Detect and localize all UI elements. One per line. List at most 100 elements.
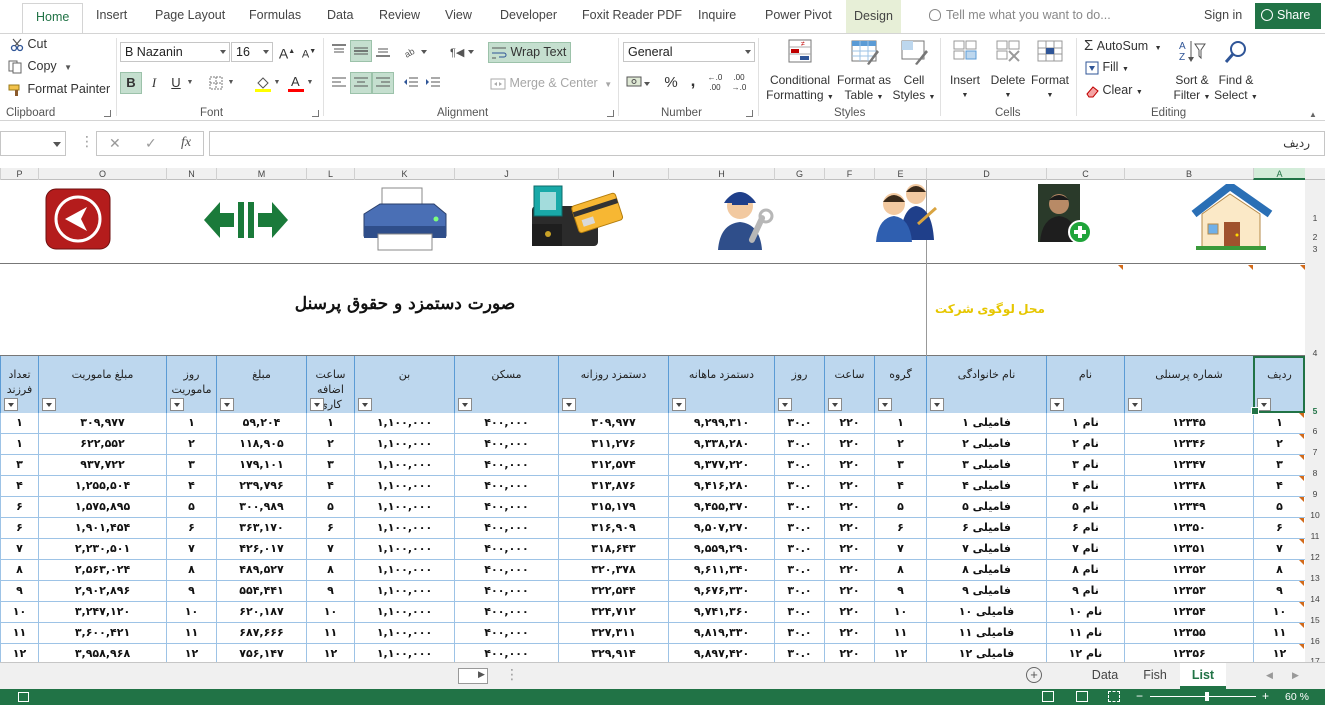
align-middle-button[interactable] <box>350 40 372 62</box>
people-group-icon[interactable] <box>874 180 940 244</box>
text-direction-button[interactable]: ¶◀ <box>445 40 477 62</box>
table-cell[interactable]: فامیلی ۱ <box>926 413 1046 434</box>
table-cell[interactable]: ۱,۲۵۵,۵۰۴ <box>38 476 166 497</box>
table-cell[interactable]: ۳ <box>874 455 926 476</box>
table-cell[interactable]: ۱۷۹,۱۰۱ <box>216 455 306 476</box>
table-cell[interactable]: ۹,۸۱۹,۳۳۰ <box>668 623 774 644</box>
filter-dropdown-icon[interactable] <box>458 398 472 411</box>
table-cell[interactable]: ۶۲۰,۱۸۷ <box>216 602 306 623</box>
wallet-cards-icon[interactable] <box>530 184 624 250</box>
table-cell[interactable]: ۱۲ <box>1253 644 1305 662</box>
sheet-tab-data[interactable]: Data <box>1080 663 1130 689</box>
table-cell[interactable]: ۴۰۰,۰۰۰ <box>454 644 558 662</box>
increase-font-size-button[interactable]: A▲ <box>276 41 298 63</box>
table-cell[interactable]: نام ۵ <box>1046 497 1124 518</box>
table-cell[interactable]: ۳۱۸,۶۴۳ <box>558 539 668 560</box>
clipboard-launcher-icon[interactable] <box>104 110 111 117</box>
table-cell[interactable]: ۱۲۳۵۵ <box>1124 623 1253 644</box>
find-select-button[interactable]: Find & Select ▼ <box>1214 38 1258 105</box>
filter-dropdown-icon[interactable] <box>828 398 842 411</box>
table-cell[interactable]: ۸ <box>1253 560 1305 581</box>
table-cell[interactable]: ۳,۶۰۰,۴۲۱ <box>38 623 166 644</box>
table-cell[interactable]: ۱ <box>166 413 216 434</box>
table-cell[interactable]: ۳۱۵,۱۷۹ <box>558 497 668 518</box>
tab-inquire[interactable]: Inquire <box>698 8 736 22</box>
table-cell[interactable]: ۳۰.۰ <box>774 497 824 518</box>
table-cell[interactable]: ۹ <box>1253 581 1305 602</box>
table-cell[interactable]: ۳۱۲,۵۷۴ <box>558 455 668 476</box>
table-cell[interactable]: ۹,۴۱۶,۲۸۰ <box>668 476 774 497</box>
table-cell[interactable]: ۳۰.۰ <box>774 602 824 623</box>
table-cell[interactable]: ۳۰۹,۹۷۷ <box>558 413 668 434</box>
table-cell[interactable]: ۲۲۰ <box>824 413 874 434</box>
table-cell[interactable]: ۴۸۹,۵۲۷ <box>216 560 306 581</box>
table-cell[interactable]: ۱ <box>0 434 38 455</box>
filter-dropdown-icon[interactable] <box>4 398 18 411</box>
column-header-k[interactable]: K <box>354 168 454 180</box>
table-cell[interactable]: ۱۰ <box>166 602 216 623</box>
table-cell[interactable]: ۱۰ <box>306 602 354 623</box>
table-cell[interactable]: ۴ <box>0 476 38 497</box>
table-cell[interactable]: ۲,۹۰۲,۸۹۶ <box>38 581 166 602</box>
table-cell[interactable]: ۱۱ <box>306 623 354 644</box>
printer-icon[interactable] <box>360 186 450 252</box>
filter-dropdown-icon[interactable] <box>310 398 324 411</box>
percent-style-button[interactable]: % <box>660 72 682 94</box>
table-cell[interactable]: ۱۲ <box>306 644 354 662</box>
table-cell[interactable]: ۹,۳۷۷,۲۲۰ <box>668 455 774 476</box>
table-cell[interactable]: ۹,۵۰۷,۲۷۰ <box>668 518 774 539</box>
table-cell[interactable]: ۵۵۴,۴۴۱ <box>216 581 306 602</box>
column-header-b[interactable]: B <box>1124 168 1253 180</box>
table-cell[interactable]: ۶۲۲,۵۵۲ <box>38 434 166 455</box>
tab-review[interactable]: Review <box>379 8 420 22</box>
table-cell[interactable]: ۳ <box>306 455 354 476</box>
table-cell[interactable]: ۷۵۶,۱۴۷ <box>216 644 306 662</box>
table-cell[interactable]: ۳۱۱,۲۷۶ <box>558 434 668 455</box>
table-cell[interactable]: ۲۳۹,۷۹۶ <box>216 476 306 497</box>
enter-check-icon[interactable]: ✓ <box>145 135 157 152</box>
table-cell[interactable]: ۲ <box>1253 434 1305 455</box>
format-cells-button[interactable]: Format ▼ <box>1029 38 1071 103</box>
table-cell[interactable]: ۴۰۰,۰۰۰ <box>454 602 558 623</box>
column-header-a[interactable]: A <box>1253 168 1305 180</box>
table-cell[interactable]: ۹ <box>166 581 216 602</box>
table-cell[interactable]: ۴۰۰,۰۰۰ <box>454 497 558 518</box>
borders-button[interactable] <box>205 72 227 94</box>
row-header-15[interactable]: 15 <box>1305 615 1325 625</box>
orientation-button[interactable]: ab <box>400 40 432 62</box>
table-cell[interactable]: ۳ <box>1253 455 1305 476</box>
underline-dropdown-icon[interactable]: ▼ <box>185 72 195 94</box>
table-cell[interactable]: ۶ <box>166 518 216 539</box>
align-top-button[interactable] <box>328 40 350 62</box>
fill-color-button[interactable] <box>252 72 274 94</box>
table-cell[interactable]: ۱۱ <box>0 623 38 644</box>
tab-insert[interactable]: Insert <box>96 8 127 22</box>
page-break-view-icon[interactable] <box>1108 691 1120 702</box>
filter-dropdown-icon[interactable] <box>358 398 372 411</box>
filter-dropdown-icon[interactable] <box>930 398 944 411</box>
insert-function-button[interactable]: fx <box>181 135 191 151</box>
table-cell[interactable]: ۱ <box>874 413 926 434</box>
table-cell[interactable]: فامیلی ۵ <box>926 497 1046 518</box>
table-cell[interactable]: ۱۱ <box>874 623 926 644</box>
table-cell[interactable]: ۳۲۰,۳۷۸ <box>558 560 668 581</box>
table-cell[interactable]: ۳۶۳,۱۷۰ <box>216 518 306 539</box>
table-cell[interactable]: ۶۸۷,۶۶۶ <box>216 623 306 644</box>
add-user-photo-icon[interactable] <box>1036 182 1094 246</box>
zoom-level[interactable]: 60 % <box>1285 691 1309 703</box>
sheet-tab-list[interactable]: List <box>1180 663 1226 689</box>
font-name-combo[interactable]: B Nazanin <box>120 42 230 62</box>
row-header-1[interactable]: 1 <box>1305 213 1325 223</box>
align-left-button[interactable] <box>328 72 350 94</box>
table-cell[interactable]: ۳,۲۴۷,۱۲۰ <box>38 602 166 623</box>
mechanic-worker-icon[interactable] <box>714 184 774 254</box>
table-cell[interactable]: ۵۹,۲۰۴ <box>216 413 306 434</box>
decrease-indent-button[interactable] <box>400 72 422 94</box>
table-cell[interactable]: ۸ <box>874 560 926 581</box>
column-header-d[interactable]: D <box>926 168 1046 180</box>
cancel-icon[interactable]: ✕ <box>109 135 121 152</box>
table-cell[interactable]: ۱۲ <box>0 644 38 662</box>
table-cell[interactable]: ۲ <box>306 434 354 455</box>
share-button[interactable]: Share <box>1255 3 1321 29</box>
table-cell[interactable]: ۳۰.۰ <box>774 476 824 497</box>
